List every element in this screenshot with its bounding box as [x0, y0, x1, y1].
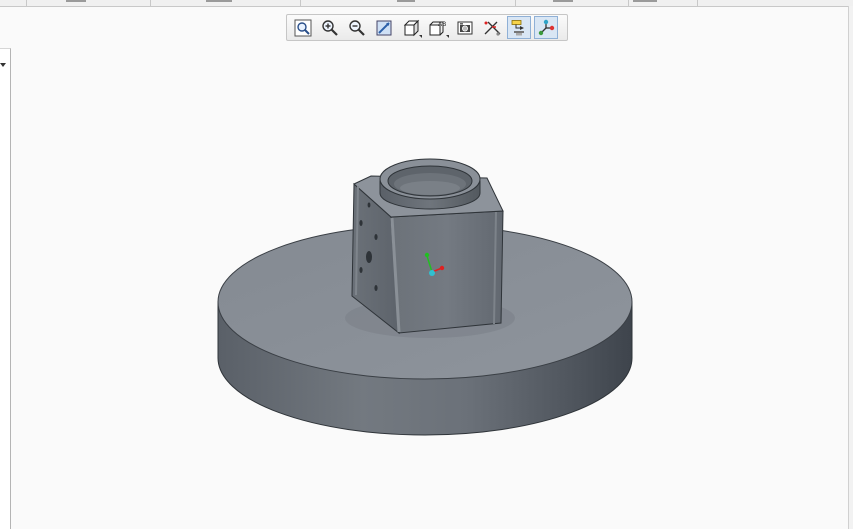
- datum-display-filters-button[interactable]: [480, 16, 504, 39]
- zoom-out-button[interactable]: [345, 16, 369, 39]
- zoom-out-icon: [349, 19, 365, 36]
- display-style-button[interactable]: [399, 16, 423, 39]
- modeling-window: AB: [0, 0, 853, 529]
- spin-center-button[interactable]: [534, 16, 558, 39]
- display-style-icon: [403, 19, 420, 36]
- chevron-down-icon[interactable]: [0, 63, 6, 67]
- zoom-in-icon: [322, 19, 338, 36]
- view-manager-button[interactable]: [453, 16, 477, 39]
- annotation-display-icon: [511, 19, 524, 35]
- top-boss: [379, 158, 481, 210]
- graphics-toolbar: AB: [286, 14, 568, 41]
- saved-orientations-icon: AB: [429, 21, 446, 35]
- repaint-icon: [376, 20, 392, 35]
- svg-text:AB: AB: [438, 21, 446, 28]
- repaint-button[interactable]: [372, 16, 396, 39]
- saved-orientations-button[interactable]: AB: [426, 16, 450, 39]
- model-tree-panel[interactable]: [0, 48, 11, 529]
- dropdown-arrow-icon: [419, 35, 422, 38]
- datum-display-filters-icon: [484, 21, 501, 36]
- refit-button[interactable]: [291, 16, 315, 39]
- view-manager-icon: [457, 21, 473, 34]
- refit-icon: [294, 19, 312, 36]
- zoom-in-button[interactable]: [318, 16, 342, 39]
- annotation-display-button[interactable]: [507, 16, 531, 39]
- ribbon-bottom-edge: [0, 0, 853, 7]
- spin-center-icon: [538, 19, 555, 35]
- right-window-edge: [848, 6, 853, 529]
- dropdown-arrow-icon: [446, 35, 449, 38]
- graphics-area[interactable]: [11, 48, 847, 529]
